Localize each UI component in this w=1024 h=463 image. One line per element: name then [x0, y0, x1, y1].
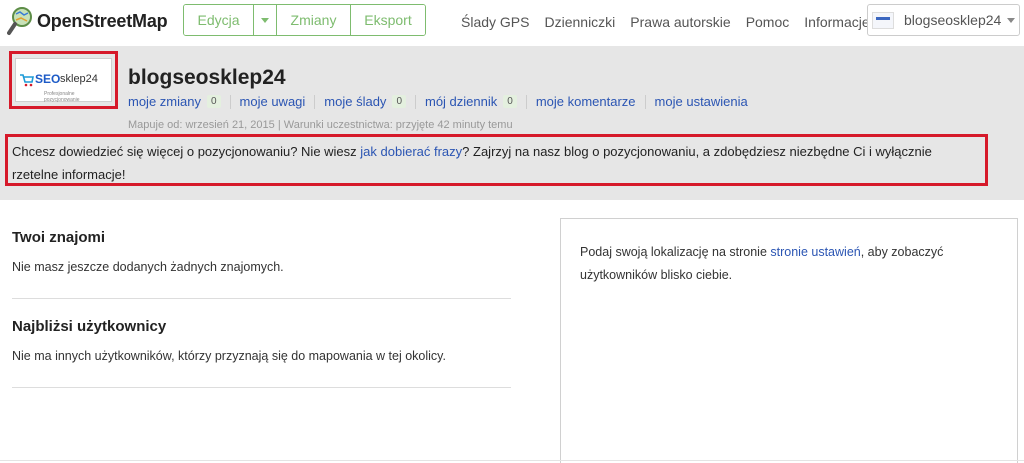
- divider: [525, 94, 527, 109]
- edit-button[interactable]: Edycja: [184, 5, 254, 35]
- link-my-diary-label: mój dziennik: [425, 94, 498, 109]
- friends-text: Nie masz jeszcze dodanych żadnych znajom…: [12, 260, 284, 274]
- avatar-tagline: Profesjonalne pozycjonowanie: [44, 91, 80, 103]
- nav-diaries[interactable]: Dzienniczki: [544, 14, 615, 30]
- profile-description: Chcesz dowiedzieć się więcej o pozycjono…: [5, 134, 988, 186]
- link-my-settings-label: moje ustawienia: [654, 94, 748, 109]
- nav-copyright[interactable]: Prawa autorskie: [630, 14, 730, 30]
- link-my-settings[interactable]: moje ustawienia: [655, 94, 748, 109]
- divider: [644, 94, 646, 109]
- profile-meta: Mapuje od: wrzesień 21, 2015 | Warunki u…: [128, 119, 513, 131]
- location-card: Podaj swoją lokalizację na stronie stron…: [560, 218, 1018, 463]
- changesets-count-badge: 0: [206, 95, 221, 108]
- shopping-cart-icon: [20, 74, 34, 87]
- diary-count-badge: 0: [503, 95, 517, 108]
- link-my-traces[interactable]: moje ślady 0: [324, 94, 406, 109]
- friends-title: Twoi znajomi: [12, 229, 106, 246]
- link-my-traces-label: moje ślady: [324, 94, 387, 109]
- link-my-diary[interactable]: mój dziennik 0: [425, 94, 517, 109]
- profile-links: moje zmiany 0 moje uwagi moje ślady 0 mó…: [128, 94, 748, 109]
- top-navbar: OpenStreetMap Edycja Zmiany Eksport Ślad…: [0, 0, 1024, 46]
- profile-username: blogseosklep24: [128, 66, 286, 89]
- edit-dropdown-button[interactable]: [254, 5, 277, 35]
- edit-button-group: Edycja Zmiany Eksport: [183, 4, 426, 36]
- settings-page-link[interactable]: stronie ustawień: [770, 245, 860, 259]
- secondary-nav: Ślady GPS Dzienniczki Prawa autorskie Po…: [461, 14, 885, 30]
- description-link[interactable]: jak dobierać frazy: [360, 144, 462, 159]
- brand-title: OpenStreetMap: [37, 10, 168, 31]
- divider: [314, 94, 316, 109]
- chevron-down-icon: [1007, 17, 1016, 23]
- link-my-changesets-label: moje zmiany: [128, 94, 201, 109]
- nav-gps-traces[interactable]: Ślady GPS: [461, 14, 529, 30]
- caret-down-icon: [261, 17, 269, 23]
- divider: [415, 94, 416, 109]
- link-my-notes-label: moje uwagi: [239, 94, 306, 109]
- user-menu-username: blogseosklep24: [904, 12, 1002, 28]
- divider: [229, 94, 231, 109]
- profile-avatar-highlight: SEO sklep24 Profesjonalne pozycjonowanie: [9, 51, 118, 109]
- osm-logo-link[interactable]: OpenStreetMap: [7, 6, 168, 36]
- nav-help[interactable]: Pomoc: [746, 14, 790, 30]
- link-my-comments[interactable]: moje komentarze: [536, 94, 636, 109]
- user-menu-button[interactable]: blogseosklep24: [867, 4, 1020, 36]
- link-my-changesets[interactable]: moje zmiany 0: [128, 94, 221, 109]
- avatar-brand-seo: SEO: [35, 72, 61, 86]
- link-my-notes[interactable]: moje uwagi: [240, 94, 306, 109]
- link-my-comments-label: moje komentarze: [535, 94, 636, 109]
- nearby-users-section: Najbliżsi użytkownicy Nie ma innych użyt…: [12, 318, 511, 363]
- nearby-users-title: Najbliżsi użytkownicy: [12, 318, 167, 335]
- profile-header: SEO sklep24 Profesjonalne pozycjonowanie…: [0, 46, 1024, 200]
- changes-button[interactable]: Zmiany: [277, 5, 351, 35]
- description-text-before: Chcesz dowiedzieć się więcej o pozycjono…: [12, 144, 361, 159]
- divider: [12, 298, 511, 299]
- nearby-users-text: Nie ma innych użytkowników, którzy przyz…: [12, 349, 446, 363]
- divider: [0, 460, 1024, 461]
- avatar-brand-sklep: sklep24: [60, 73, 98, 85]
- export-button[interactable]: Eksport: [351, 5, 425, 35]
- profile-avatar: SEO sklep24 Profesjonalne pozycjonowanie: [15, 58, 112, 103]
- user-avatar-thumbnail: [872, 11, 894, 29]
- nav-about[interactable]: Informacje: [804, 14, 869, 30]
- friends-section: Twoi znajomi Nie masz jeszcze dodanych ż…: [12, 229, 511, 274]
- divider: [12, 387, 511, 388]
- osm-magnifier-logo-icon: [7, 7, 32, 35]
- traces-count-badge: 0: [392, 95, 406, 108]
- location-text-before: Podaj swoją lokalizację na stronie: [580, 245, 771, 259]
